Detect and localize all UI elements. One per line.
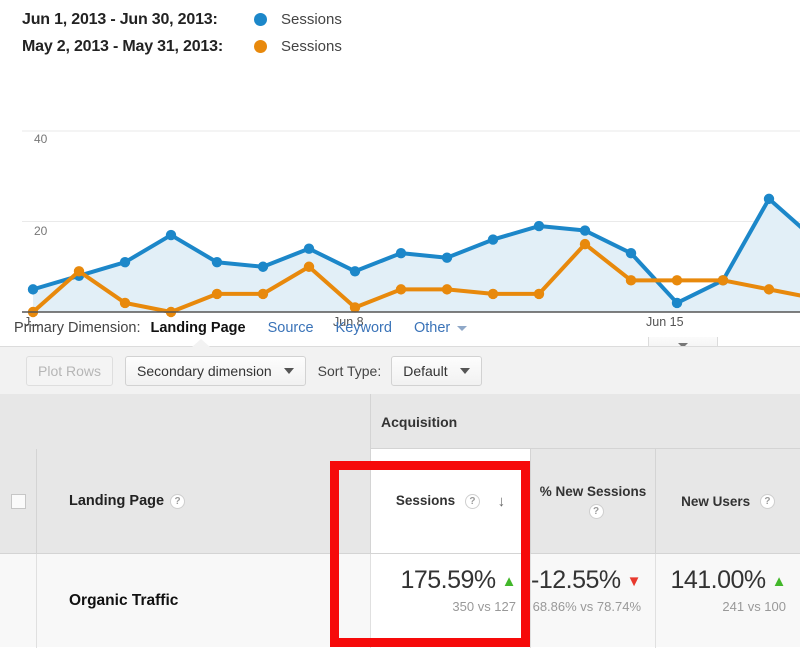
chart-legend: Jun 1, 2013 - Jun 30, 2013: Sessions May… — [0, 0, 800, 60]
table-toolbar: Plot Rows Secondary dimension Sort Type:… — [0, 346, 800, 394]
secondary-dimension-label: Secondary dimension — [137, 362, 272, 379]
chart-gridlines — [22, 130, 800, 222]
cell-new-users-comparison: 241 vs 100 — [722, 599, 786, 614]
row-dimension-cell[interactable]: Organic Traffic — [36, 554, 370, 648]
chevron-down-icon — [283, 367, 294, 374]
help-icon[interactable]: ? — [170, 493, 186, 509]
cell-new-users-value: 141.00% — [670, 566, 766, 594]
help-icon[interactable]: ? — [759, 494, 775, 510]
cell-percent-new-sessions: -12.55% ▼ 68.86% vs 78.74% — [530, 554, 655, 648]
sort-type-value: Default — [403, 362, 448, 379]
table-header: Acquisition Landing Page ? Sessions ? ↓ … — [0, 394, 800, 553]
primary-dimension-other-label: Other — [413, 320, 451, 336]
chevron-down-icon — [457, 325, 468, 331]
column-header-landing-page[interactable]: Landing Page ? — [36, 449, 370, 553]
trend-up-icon: ▲ — [501, 573, 517, 590]
primary-dimension-keyword[interactable]: Keyword — [336, 320, 392, 336]
row-checkbox-cell[interactable] — [0, 554, 36, 648]
column-header-label: New Users — [681, 493, 751, 509]
chart-series-layer — [27, 193, 800, 318]
legend-color-dot-orange — [254, 40, 267, 53]
legend-color-dot-blue — [254, 13, 267, 26]
trend-up-icon: ▲ — [771, 573, 787, 590]
primary-dimension-landing-page[interactable]: Landing Page — [151, 320, 246, 336]
legend-metric-label: Sessions — [281, 38, 342, 55]
checkbox-icon — [10, 493, 26, 509]
column-header-label: Landing Page — [69, 493, 165, 509]
chart-canvas — [22, 130, 800, 318]
plot-rows-button[interactable]: Plot Rows — [26, 355, 114, 386]
help-icon[interactable]: ? — [588, 503, 604, 519]
column-header-label: % New Sessions — [539, 484, 647, 499]
legend-date-range: May 2, 2013 - May 31, 2013: — [22, 37, 223, 55]
active-dimension-pointer — [192, 339, 210, 347]
y-tick-20: 20 — [34, 224, 48, 238]
plot-rows-label: Plot Rows — [38, 362, 102, 379]
cell-sessions-value: 175.59% — [400, 566, 496, 594]
arrow-down-icon[interactable]: ↓ — [498, 492, 506, 511]
sort-type-dropdown[interactable]: Default — [391, 355, 482, 386]
column-header-new-users[interactable]: New Users ? — [655, 449, 800, 553]
help-icon[interactable]: ? — [464, 493, 480, 509]
table-row[interactable]: Organic Traffic 175.59% ▲ 350 vs 127 -12.… — [0, 553, 800, 648]
legend-date-range: Jun 1, 2013 - Jun 30, 2013: — [22, 10, 218, 28]
cell-percent-new-sessions-comparison: 68.86% vs 78.74% — [532, 599, 641, 614]
legend-metric-label: Sessions — [281, 11, 342, 28]
sort-type-label: Sort Type: — [317, 362, 382, 379]
data-table: Acquisition Landing Page ? Sessions ? ↓ … — [0, 394, 800, 648]
acquisition-group-label: Acquisition — [381, 414, 458, 430]
legend-row: Jun 1, 2013 - Jun 30, 2013: Sessions — [22, 6, 800, 33]
cell-new-users: 141.00% ▲ 241 vs 100 — [655, 554, 800, 648]
secondary-dimension-dropdown[interactable]: Secondary dimension — [125, 355, 306, 386]
sessions-timeline-chart[interactable]: 40 20 J... Jun 8 Jun 15 — [0, 60, 800, 354]
column-header-sessions[interactable]: Sessions ? ↓ — [370, 449, 530, 553]
select-all-checkbox[interactable] — [0, 449, 36, 553]
chevron-down-icon — [459, 367, 470, 374]
trend-down-icon: ▼ — [626, 573, 642, 590]
cell-percent-new-sessions-value: -12.55% — [531, 566, 621, 594]
column-header-label: Sessions — [395, 493, 456, 509]
primary-dimension-other[interactable]: Other — [413, 320, 468, 336]
row-dimension-label: Organic Traffic — [69, 592, 179, 609]
primary-dimension-bar: Primary Dimension: Landing Page Source K… — [0, 310, 800, 346]
cell-sessions-comparison: 350 vs 127 — [452, 599, 516, 614]
column-header-percent-new-sessions[interactable]: % New Sessions ? — [530, 449, 655, 553]
primary-dimension-label: Primary Dimension: — [14, 320, 141, 336]
acquisition-group-header: Acquisition — [370, 394, 800, 449]
y-tick-40: 40 — [34, 132, 48, 146]
primary-dimension-source[interactable]: Source — [268, 320, 314, 336]
legend-row: May 2, 2013 - May 31, 2013: Sessions — [22, 33, 800, 60]
cell-sessions: 175.59% ▲ 350 vs 127 — [370, 554, 530, 648]
